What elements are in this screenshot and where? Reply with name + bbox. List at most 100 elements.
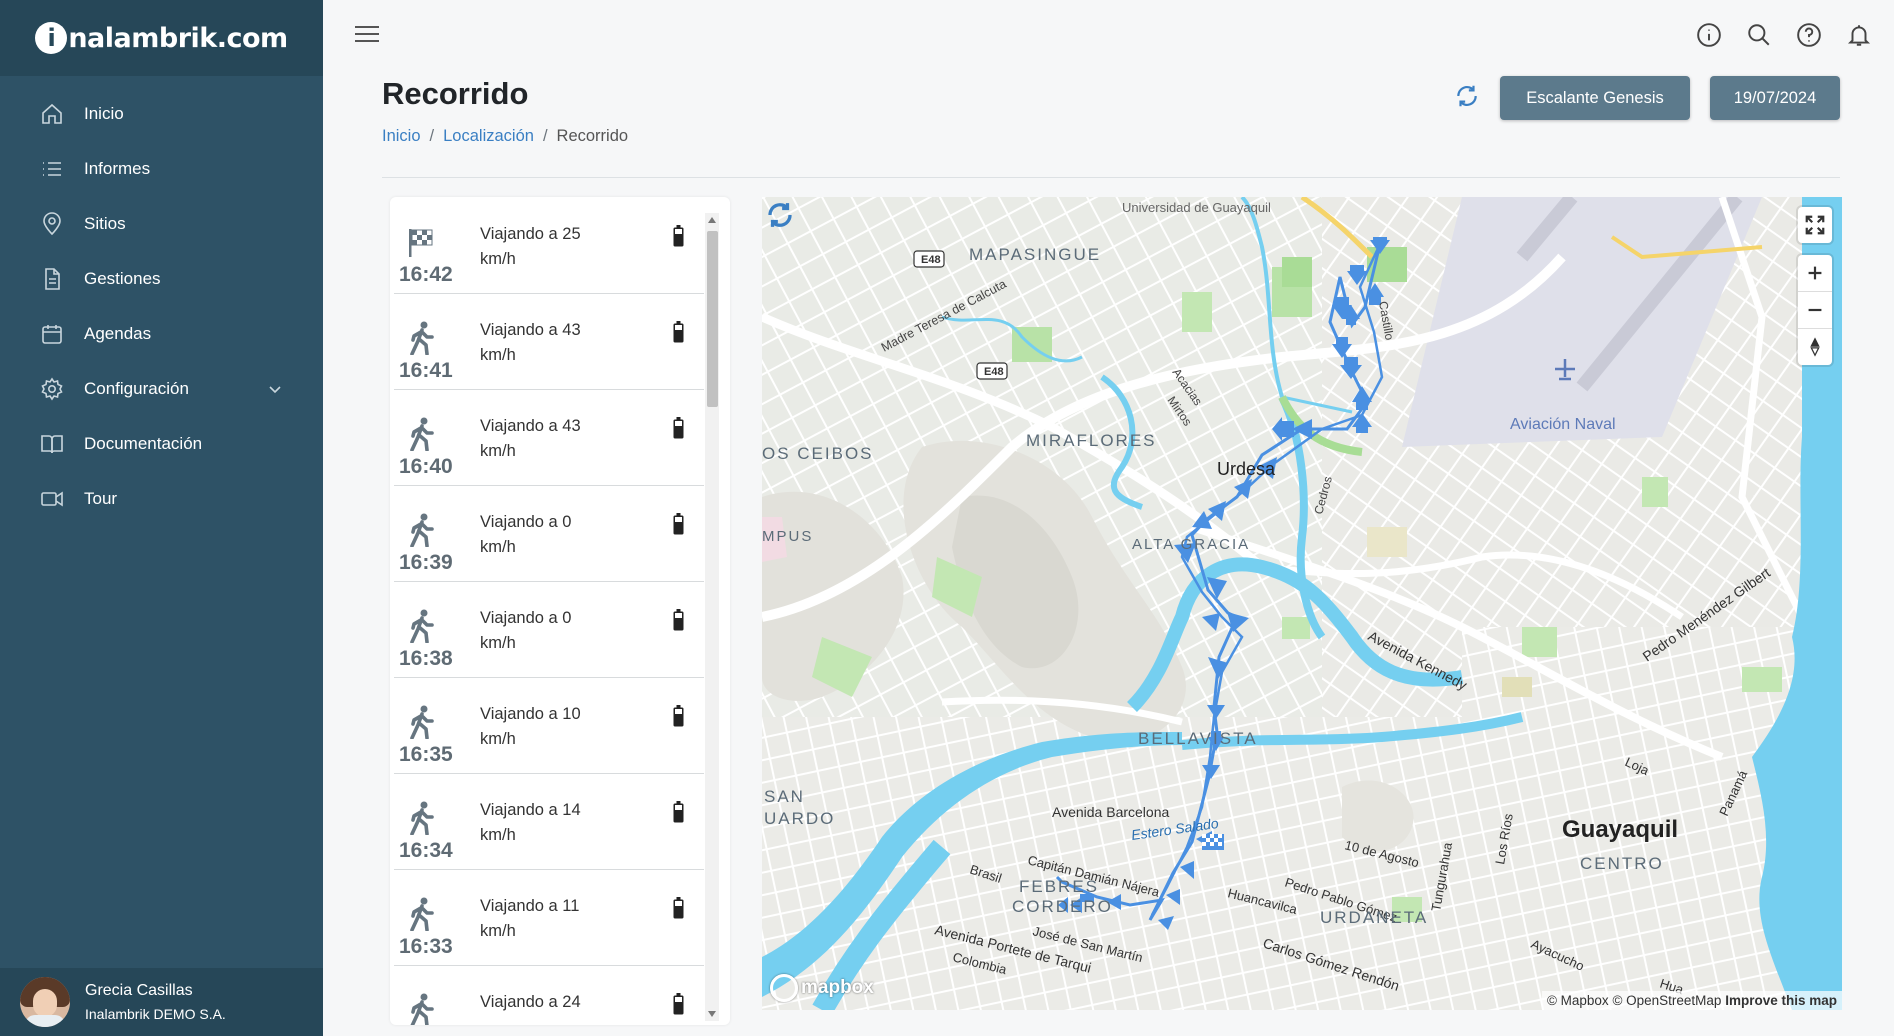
- route-map[interactable]: Universidad de Guayaquil E48 E48 MAPASIN…: [762, 197, 1842, 1010]
- brand-logo-text: nalambrik.com: [68, 22, 288, 54]
- sidebar-item-sitios[interactable]: Sitios: [0, 196, 323, 251]
- improve-map-link[interactable]: Improve this map: [1725, 993, 1837, 1008]
- event-text: Viajando a 43 km/h: [480, 321, 581, 364]
- map-label: MAPASINGUE: [969, 245, 1101, 264]
- search-icon[interactable]: [1746, 22, 1772, 48]
- mapbox-logo[interactable]: mapbox: [770, 974, 874, 1002]
- mapbox-logo-text: mapbox: [801, 977, 874, 998]
- sidebar-item-inicio[interactable]: Inicio: [0, 86, 323, 141]
- info-icon[interactable]: [1696, 22, 1722, 48]
- map-label: E48: [921, 254, 941, 266]
- scroll-down-icon[interactable]: [708, 1011, 716, 1017]
- battery-icon: [673, 801, 684, 823]
- event-list[interactable]: 16:42 Viajando a 25 km/h 16:41 Viajando …: [390, 197, 730, 1025]
- sidebar-item-agendas[interactable]: Agendas: [0, 306, 323, 361]
- sidebar-item-documentacion[interactable]: Documentación: [0, 416, 323, 471]
- brand-logo[interactable]: i nalambrik.com: [0, 0, 323, 76]
- walking-person-icon: [410, 321, 434, 355]
- list-item[interactable]: 16:41 Viajando a 43 km/h: [394, 293, 704, 390]
- map-controls: [1798, 207, 1832, 377]
- map-label: CORDERO: [1012, 897, 1113, 916]
- map-label: Universidad de Guayaquil: [1122, 200, 1271, 215]
- header-actions: Escalante Genesis 19/07/2024: [1454, 76, 1840, 120]
- list-item[interactable]: 16:34 Viajando a 14 km/h: [394, 773, 704, 870]
- event-time: 16:41: [399, 359, 453, 382]
- gear-icon: [41, 377, 63, 400]
- list-item[interactable]: 16:33 Viajando a 11 km/h: [394, 869, 704, 966]
- refresh-button[interactable]: [1454, 83, 1480, 114]
- page-title: Recorrido: [382, 76, 529, 111]
- fullscreen-button[interactable]: [1798, 207, 1832, 243]
- fullscreen-icon: [1805, 215, 1825, 235]
- map-label: MIRAFLORES: [1026, 431, 1157, 450]
- map-label: URDANETA: [1320, 908, 1428, 927]
- list-scrollbar[interactable]: [705, 213, 719, 1021]
- list-item[interactable]: Viajando a 24: [394, 965, 704, 1025]
- breadcrumb-current: Recorrido: [556, 127, 629, 145]
- map-label: OS CEIBOS: [762, 444, 874, 463]
- plus-icon: [1808, 266, 1822, 280]
- attribution-mapbox-link[interactable]: © Mapbox: [1547, 993, 1609, 1008]
- map-label: E48: [984, 366, 1004, 378]
- route-start-flag-icon[interactable]: [1202, 834, 1224, 850]
- map-label: Aviación Naval: [1510, 416, 1616, 433]
- battery-icon: [673, 897, 684, 919]
- sidebar-item-label: Sitios: [84, 213, 126, 233]
- date-picker-button[interactable]: 19/07/2024: [1710, 76, 1840, 120]
- user-name: Grecia Casillas: [85, 982, 193, 999]
- map-label: CENTRO: [1580, 854, 1664, 873]
- list-icon: [43, 161, 61, 176]
- breadcrumb-home-link[interactable]: Inicio: [382, 127, 421, 145]
- event-text: Viajando a 11 km/h: [480, 897, 580, 940]
- help-icon[interactable]: [1796, 22, 1822, 48]
- map-refresh-button[interactable]: [762, 197, 798, 233]
- attribution-osm-link[interactable]: © OpenStreetMap: [1612, 993, 1721, 1008]
- book-icon: [41, 434, 63, 453]
- sidebar-item-label: Informes: [84, 158, 151, 178]
- sidebar-item-configuracion[interactable]: Configuración: [0, 361, 323, 416]
- breadcrumb-section-link[interactable]: Localización: [443, 127, 534, 145]
- scroll-thumb[interactable]: [707, 231, 718, 407]
- sidebar-item-label: Documentación: [84, 433, 203, 453]
- sidebar-item-tour[interactable]: Tour: [0, 471, 323, 526]
- battery-icon: [673, 321, 684, 343]
- compass-icon: [1810, 337, 1820, 357]
- menu-toggle-icon[interactable]: [355, 26, 379, 44]
- user-profile[interactable]: Grecia Casillas Inalambrik DEMO S.A.: [0, 968, 323, 1036]
- scroll-up-icon[interactable]: [708, 217, 716, 223]
- walking-person-icon: [410, 609, 434, 643]
- map-canvas[interactable]: Universidad de Guayaquil E48 E48 MAPASIN…: [762, 197, 1842, 1010]
- list-item[interactable]: 16:40 Viajando a 43 km/h: [394, 389, 704, 486]
- battery-icon: [673, 609, 684, 631]
- walking-person-icon: [410, 417, 434, 451]
- map-label: MPUS: [762, 528, 813, 545]
- zoom-in-button[interactable]: [1798, 255, 1832, 292]
- sidebar-nav: Inicio Informes Sitios Gestiones Agendas…: [0, 76, 323, 526]
- compass-button[interactable]: [1798, 329, 1832, 365]
- list-item[interactable]: 16:42 Viajando a 25 km/h: [394, 197, 704, 294]
- list-item[interactable]: 16:35 Viajando a 10 km/h: [394, 677, 704, 774]
- zoom-out-button[interactable]: [1798, 292, 1832, 329]
- sidebar-item-gestiones[interactable]: Gestiones: [0, 251, 323, 306]
- map-label: ALTA GRACIA: [1132, 536, 1250, 553]
- map-label: UARDO: [764, 809, 835, 828]
- mapbox-logo-icon: [770, 974, 798, 1002]
- walking-person-icon: [410, 993, 434, 1025]
- list-item[interactable]: 16:39 Viajando a 0 km/h: [394, 485, 704, 582]
- sidebar-item-informes[interactable]: Informes: [0, 141, 323, 196]
- list-item[interactable]: 16:38 Viajando a 0 km/h: [394, 581, 704, 678]
- bell-icon[interactable]: [1846, 22, 1872, 48]
- sidebar-item-label: Tour: [84, 488, 118, 508]
- map-pin-icon: [43, 211, 61, 235]
- sidebar-item-label: Agendas: [84, 323, 152, 343]
- map-label: Urdesa: [1217, 459, 1276, 479]
- map-label: SAN: [764, 787, 805, 806]
- event-text: Viajando a 25 km/h: [480, 225, 581, 268]
- event-text: Viajando a 43 km/h: [480, 417, 581, 460]
- avatar: [20, 977, 70, 1027]
- walking-person-icon: [410, 801, 434, 835]
- event-time: 16:34: [399, 839, 453, 862]
- device-select-button[interactable]: Escalante Genesis: [1500, 76, 1690, 120]
- event-text: Viajando a 0 km/h: [480, 609, 572, 652]
- event-text: Viajando a 10 km/h: [480, 705, 581, 748]
